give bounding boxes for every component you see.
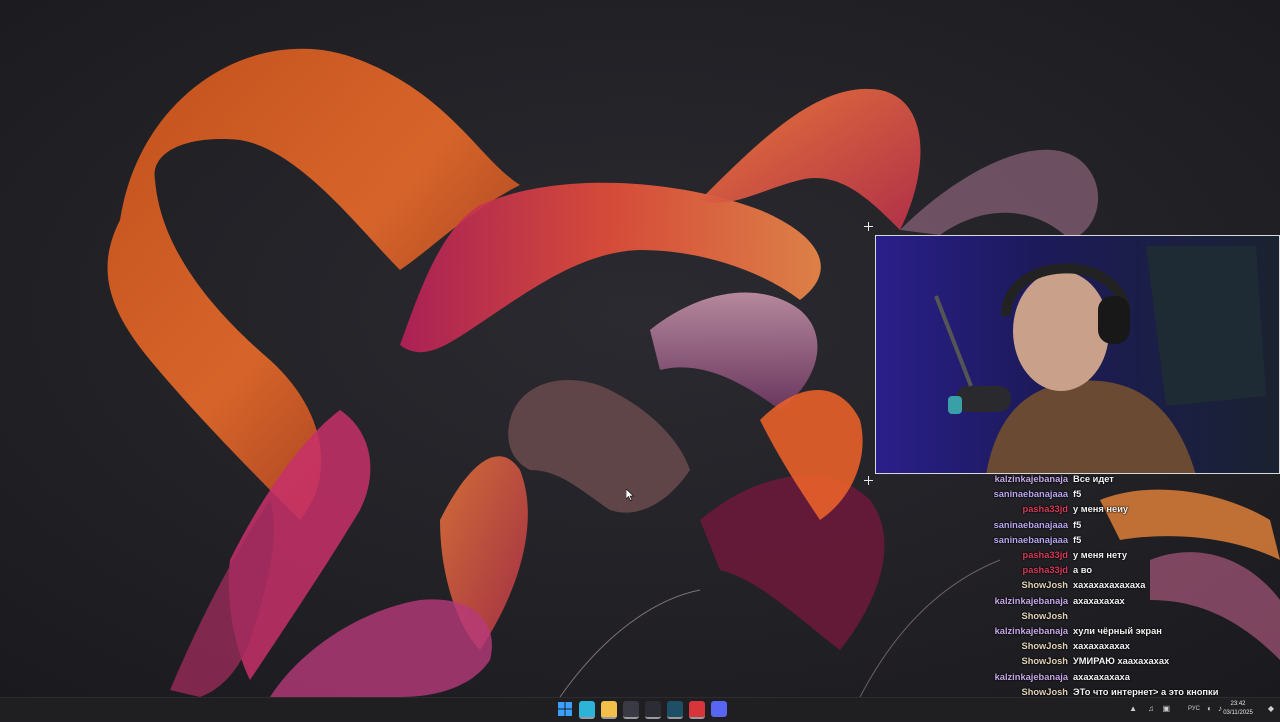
chat-username: pasha33jd [1022, 550, 1068, 560]
obs-app-icon[interactable] [645, 701, 661, 719]
taskbar: ▲ ♫ ▣ РУС ◐ ♪ 23:42 03/11/2025 ◆ [0, 697, 1280, 720]
chat-message: kalzinkajebanaja хули чёрный экран [960, 624, 1280, 638]
clock-time: 23:42 [1230, 701, 1246, 707]
chat-username: saninaebanajaaa [993, 519, 1068, 530]
chat-message: saninaebanajaaa f5 [960, 518, 1280, 532]
notification-bell-icon[interactable]: ◆ [1268, 703, 1274, 715]
chat-text: у меня неиу [1073, 504, 1129, 515]
chat-message: ShowJosh УМИРАЮ хаахахахах [960, 654, 1280, 668]
chat-message: kalzinkajebanaja ахахахахаха [960, 670, 1280, 684]
chat-message: pasha33jd у меня нету [960, 548, 1280, 562]
chat-message: ShowJosh хахахахахах [960, 639, 1280, 653]
chat-message: ShowJosh [960, 609, 1280, 623]
chat-username: kalzinkajebanaja [994, 626, 1068, 636]
chevron-up-icon[interactable]: ▲ [1129, 703, 1137, 715]
chat-username: saninaebanajaaa [993, 489, 1068, 500]
language-indicator[interactable]: РУС [1188, 703, 1200, 715]
ps-app-icon[interactable] [667, 701, 683, 719]
chat-text: f5 [1073, 519, 1082, 530]
chat-overlay: kalzinkajebanaja Все идет saninaebanajaaa f… [960, 472, 1280, 712]
chat-text: f5 [1073, 489, 1082, 500]
chat-username: ShowJosh [1021, 580, 1069, 591]
chat-username: saninaebanajaaa [993, 534, 1068, 545]
chat-text: ахахахахах [1073, 595, 1125, 606]
discord-app-icon[interactable] [711, 701, 727, 717]
chat-message: pasha33jd а во [960, 563, 1280, 577]
chat-message: ShowJosh хахахахахахаха [960, 578, 1280, 592]
chat-message: saninaebanajaaa f5 [960, 487, 1280, 501]
chat-text: а во [1073, 565, 1093, 576]
chat-message: kalzinkajebanaja ахахахахах [960, 594, 1280, 608]
chat-message: kalzinkajebanaja Все идет [960, 472, 1280, 486]
chat-username: ShowJosh [1021, 610, 1069, 621]
chat-username: pasha33jd [1022, 565, 1068, 576]
terminal-app-icon[interactable] [623, 701, 639, 719]
chat-message: pasha33jd у меня неиу [960, 502, 1280, 516]
start-button-icon[interactable] [557, 701, 573, 717]
chat-message: saninaebanajaaa f5 [960, 533, 1280, 547]
microphone-icon[interactable]: ♫ [1148, 703, 1154, 715]
system-tray: ▲ ♫ ▣ РУС ◐ ♪ 23:42 03/11/2025 ◆ [1120, 698, 1280, 720]
capture-app-icon[interactable] [689, 701, 705, 719]
chat-text: у меня нету [1073, 550, 1128, 560]
network-icon[interactable]: ◐ [1207, 703, 1212, 715]
chat-text: Все идет [1073, 474, 1114, 484]
chat-text: ахахахахаха [1073, 671, 1130, 682]
mouse-cursor-icon [626, 489, 634, 501]
chat-username: ShowJosh [1021, 656, 1069, 667]
chat-text: хахахахахах [1073, 641, 1130, 652]
chat-username: kalzinkajebanaja [994, 595, 1068, 606]
chat-username: kalzinkajebanaja [994, 671, 1068, 682]
clock[interactable]: 23:42 03/11/2025 [1218, 700, 1258, 718]
chat-text: f5 [1073, 534, 1082, 545]
chat-text: хахахахахахаха [1073, 580, 1146, 591]
crosshair-bottom-icon [864, 476, 873, 485]
display-icon[interactable]: ▣ [1162, 703, 1170, 715]
crosshair-top-icon [864, 222, 873, 231]
chat-text: УМИРАЮ хаахахахах [1073, 656, 1170, 667]
chat-username: ShowJosh [1021, 641, 1069, 652]
chat-username: pasha33jd [1022, 504, 1068, 515]
chat-username: kalzinkajebanaja [994, 474, 1068, 484]
file-explorer-app-icon[interactable] [601, 701, 617, 719]
chat-text: хули чёрный экран [1073, 626, 1162, 636]
clock-date: 03/11/2025 [1223, 710, 1253, 716]
webcam-overlay [875, 235, 1280, 474]
edge-app-icon[interactable] [579, 701, 595, 719]
